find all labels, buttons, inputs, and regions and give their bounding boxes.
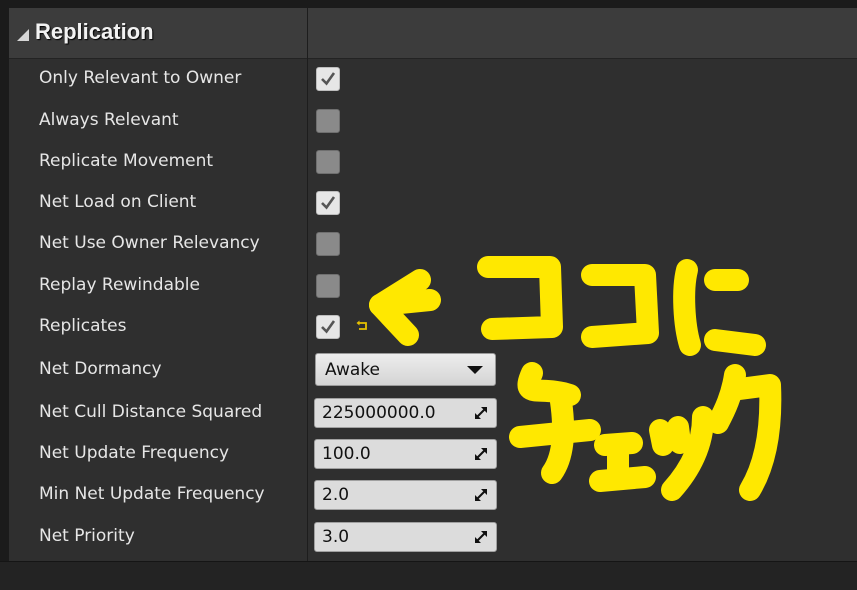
label-net-cull-distance-squared: Net Cull Distance Squared — [39, 402, 263, 422]
next-section-area — [0, 561, 857, 590]
checkbox-only-relevant-to-owner[interactable] — [316, 67, 340, 91]
checkbox-net-load-on-client[interactable] — [316, 191, 340, 215]
numeric-drag-icon[interactable] — [474, 530, 488, 544]
checkmark-icon — [321, 320, 336, 334]
label-replicate-movement: Replicate Movement — [39, 151, 214, 171]
net-priority-field[interactable]: 3.0 — [314, 522, 497, 552]
label-net-priority: Net Priority — [39, 526, 135, 546]
field-value: 2.0 — [322, 485, 350, 505]
checkbox-always-relevant[interactable] — [316, 109, 340, 133]
label-min-net-update-frequency: Min Net Update Frequency — [39, 484, 265, 504]
label-always-relevant: Always Relevant — [39, 110, 179, 130]
field-value: 3.0 — [322, 527, 350, 547]
checkmark-icon — [321, 72, 336, 86]
label-net-load-on-client: Net Load on Client — [39, 192, 197, 212]
checkbox-net-use-owner-relevancy[interactable] — [316, 232, 340, 256]
label-replicates: Replicates — [39, 316, 127, 336]
column-divider[interactable] — [307, 8, 308, 589]
checkmark-icon — [321, 196, 336, 210]
label-net-update-frequency: Net Update Frequency — [39, 443, 230, 463]
label-only-relevant-to-owner: Only Relevant to Owner — [39, 68, 242, 88]
checkbox-replicates[interactable] — [316, 315, 340, 339]
handwritten-annotation — [369, 256, 782, 501]
checkbox-replay-rewindable[interactable] — [316, 274, 340, 298]
section-title: Replication — [35, 19, 154, 44]
checkbox-replicate-movement[interactable] — [316, 150, 340, 174]
replication-section-header[interactable]: Replication — [9, 8, 857, 59]
label-net-use-owner-relevancy: Net Use Owner Relevancy — [39, 233, 260, 253]
label-replay-rewindable: Replay Rewindable — [39, 275, 200, 295]
collapse-triangle-icon[interactable] — [17, 29, 29, 41]
label-net-dormancy: Net Dormancy — [39, 359, 162, 379]
